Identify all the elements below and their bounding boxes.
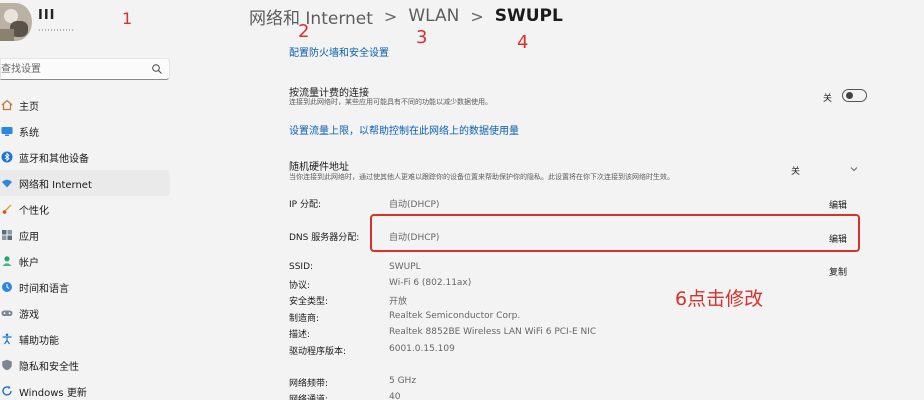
sidebar: ΙΙΙ ············ 主页 系统 蓝牙和其他设备 [0, 0, 180, 400]
apps-icon [0, 228, 14, 242]
copy-button[interactable]: 复制 [829, 265, 847, 278]
shield-icon [0, 358, 14, 372]
prop-value: Realtek Semiconductor Corp. [389, 311, 521, 321]
sidebar-item-home[interactable]: 主页 [0, 92, 170, 118]
sidebar-item-label: 游戏 [19, 309, 39, 321]
account-icon [0, 254, 14, 268]
prop-value: Realtek 8852BE Wireless LAN WiFi 6 PCI-E… [389, 327, 597, 337]
sidebar-item-system[interactable]: 系统 [0, 118, 170, 144]
search-input[interactable] [1, 61, 141, 77]
sidebar-item-gaming[interactable]: 游戏 [0, 300, 170, 326]
annotation-1: 1 [122, 9, 133, 28]
sidebar-item-label: 网络和 Internet [19, 179, 92, 191]
annotation-3: 3 [416, 27, 428, 48]
prop-value: Wi-Fi 6 (802.11ax) [389, 278, 472, 288]
prop-value: SWUPL [389, 262, 421, 272]
sidebar-item-label: Windows 更新 [19, 387, 87, 399]
sidebar-item-windows-update[interactable]: Windows 更新 [0, 378, 170, 400]
avatar[interactable] [0, 3, 32, 41]
firewall-settings-link[interactable]: 配置防火墙和安全设置 [289, 44, 389, 59]
prop-label: 协议: [289, 281, 311, 291]
annotation-4: 4 [517, 32, 529, 53]
prop-value: 5 GHz [389, 376, 417, 386]
ip-assignment-label: IP 分配: [289, 200, 321, 210]
metered-toggle-state: 关 [823, 94, 833, 104]
ip-assignment-value: 自动(DHCP) [389, 200, 440, 210]
prop-value: 开放 [389, 297, 408, 307]
sidebar-item-apps[interactable]: 应用 [0, 222, 170, 248]
prop-value: 40 [389, 392, 401, 400]
sidebar-item-network[interactable]: 网络和 Internet [0, 170, 170, 196]
sidebar-item-label: 主页 [19, 101, 39, 113]
dns-assignment-label: DNS 服务器分配: [289, 233, 360, 243]
prop-label: 网络通道: [289, 395, 329, 400]
update-icon [0, 384, 14, 398]
breadcrumb-separator: > [470, 6, 484, 26]
prop-label: 安全类型: [289, 297, 329, 307]
sidebar-item-time-language[interactable]: 时间和语言 [0, 274, 170, 300]
search-icon[interactable] [151, 63, 163, 75]
sidebar-nav: 主页 系统 蓝牙和其他设备 网络和 Internet 个性化 应用 帐户 时间和… [0, 92, 170, 400]
prop-label: 网络频带: [289, 379, 329, 389]
bluetooth-icon [0, 150, 14, 164]
prop-value: 6001.0.15.109 [389, 344, 455, 354]
breadcrumb-network[interactable]: 网络和 Internet [249, 4, 373, 29]
accessibility-icon [0, 332, 14, 346]
metered-toggle[interactable] [842, 89, 867, 102]
prop-label: 制造商: [289, 314, 320, 324]
search-box[interactable] [0, 58, 170, 80]
prop-label: SSID: [289, 262, 314, 272]
chevron-down-icon[interactable] [850, 166, 858, 172]
page-title: SWUPL [494, 6, 563, 26]
prop-label: 描述: [289, 330, 311, 340]
clock-icon [0, 280, 14, 294]
metered-connection-desc: 连接到此网络时，某些应用可能具有不同的功能以减少数据使用。 [289, 98, 492, 106]
breadcrumb-wlan[interactable]: WLAN [408, 6, 459, 26]
dns-edit-button[interactable]: 编辑 [829, 232, 847, 245]
sidebar-item-personalization[interactable]: 个性化 [0, 196, 170, 222]
ip-edit-button[interactable]: 编辑 [829, 198, 847, 211]
wifi-icon [0, 176, 14, 190]
sidebar-item-label: 应用 [19, 231, 39, 243]
sidebar-item-accessibility[interactable]: 辅助功能 [0, 326, 170, 352]
sidebar-item-label: 帐户 [19, 257, 39, 269]
random-hw-dropdown[interactable]: 关 [791, 164, 800, 177]
system-icon [0, 124, 14, 138]
sidebar-item-label: 蓝牙和其他设备 [19, 153, 89, 165]
sidebar-item-label: 系统 [19, 127, 39, 139]
sidebar-item-label: 辅助功能 [19, 335, 59, 347]
user-email: ············ [38, 26, 75, 35]
prop-label: 驱动程序版本: [289, 347, 347, 357]
breadcrumb-separator: > [383, 6, 398, 26]
sidebar-item-accounts[interactable]: 帐户 [0, 248, 170, 274]
brush-icon [0, 202, 14, 216]
sidebar-item-label: 隐私和安全性 [19, 361, 79, 373]
random-hw-desc: 当你连接到此网络时，通过使其他人更难以跟踪你的设备位置来帮助保护你的隐私。此设置… [289, 173, 674, 181]
sidebar-item-privacy[interactable]: 隐私和安全性 [0, 352, 170, 378]
highlight-box [370, 214, 860, 252]
gamepad-icon [0, 306, 14, 320]
dns-assignment-value: 自动(DHCP) [389, 233, 440, 243]
breadcrumb: 网络和 Internet > WLAN > SWUPL [249, 4, 563, 29]
random-hw-title: 随机硬件地址 [289, 162, 349, 173]
toggle-knob [846, 92, 853, 99]
data-limit-link[interactable]: 设置流量上限，以帮助控制在此网络上的数据使用量 [289, 122, 519, 137]
user-name: ΙΙΙ [38, 8, 56, 23]
annotation-6: 6点击修改 [675, 288, 764, 310]
sidebar-item-bluetooth[interactable]: 蓝牙和其他设备 [0, 144, 170, 170]
home-icon [0, 98, 14, 112]
sidebar-item-label: 时间和语言 [19, 283, 69, 295]
sidebar-item-label: 个性化 [19, 205, 49, 217]
